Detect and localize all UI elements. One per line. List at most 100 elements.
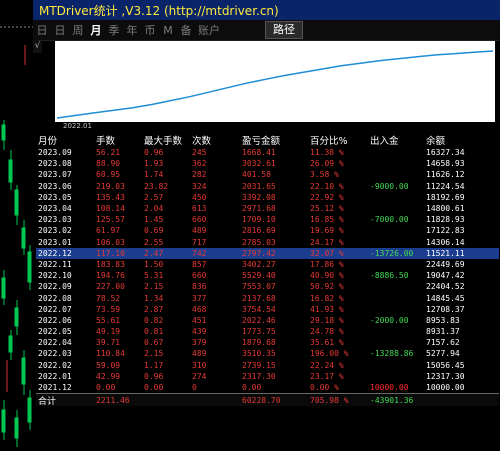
path-button[interactable]: 路径 [265,21,303,39]
cell-pnl: 2785.03 [242,237,276,247]
cell-pnl: 2971.68 [242,204,276,214]
cell-balance: 14306.14 [426,237,465,247]
cell-max-lots: 1.93 [144,159,164,169]
cell-month: 2023.09 [38,148,72,158]
cell-deposit-withdraw: -13726.00 [370,248,414,258]
cell-lots: 39.71 [96,338,121,348]
cell-balance: 5277.94 [426,349,460,359]
cell-max-lots: 5.31 [144,271,164,281]
table-row[interactable]: 2021.12 0.00 0.00 0 0.00 0.00 % 10000.00 10000.… [36,382,499,393]
cell-pnl: 3032.61 [242,159,276,169]
table-row[interactable]: 2022.11 183.83 1.50 857 3402.27 17.86 % 22449.… [36,259,499,270]
tab-day-1[interactable]: 日 [33,22,51,38]
cell-lots: 60.95 [96,170,121,180]
cell-max-lots: 2.57 [144,192,164,202]
table-row[interactable]: 2023.03 125.57 1.45 660 1709.10 16.85 % -7000.… [36,214,499,225]
cell-pnl: 2137.68 [242,293,276,303]
header-month[interactable]: 月份 [36,133,96,147]
window-titlebar[interactable]: MTDriver统计 ,V3.12 (http://mtdriver.cn) [33,0,500,20]
cell-lots: 125.57 [96,215,125,225]
cell-balance: 16327.34 [426,148,465,158]
table-row[interactable]: 2023.04 108.14 2.04 613 2971.68 25.12 % 14800.… [36,203,499,214]
cell-count: 0 [192,383,197,393]
table-row[interactable]: 2022.06 55.61 0.82 451 2022.46 29.18 % -2000.0… [36,315,499,326]
table-row[interactable]: 2023.09 56.21 0.96 245 1668.41 11.38 % 16327.3… [36,147,499,158]
cell-pnl: 5529.40 [242,271,276,281]
cell-month: 2023.05 [38,192,72,202]
cell-max-lots: 0.96 [144,148,164,158]
cell-month: 2023.08 [38,159,72,169]
header-count[interactable]: 次数 [192,133,240,147]
cell-percent: 40.90 % [310,271,344,281]
cell-balance: 12317.30 [426,371,465,381]
header-lots[interactable]: 手数 [96,133,144,147]
cell-deposit-withdraw: -9000.00 [370,181,409,191]
tab-account[interactable]: 账户 [195,22,223,38]
header-pnl[interactable]: 盈亏金额 [240,133,310,147]
cell-balance: 14800.61 [426,204,465,214]
cell-lots: 55.61 [96,315,121,325]
cell-balance: 7157.62 [426,338,460,348]
table-row[interactable]: 2022.08 78.52 1.34 377 2137.68 16.82 % 14845.4… [36,292,499,303]
cell-count: 660 [192,271,207,281]
cell-lots: 78.52 [96,293,121,303]
tab-note[interactable]: 备 [177,22,195,38]
cell-month: 2022.07 [38,304,72,314]
table-row[interactable]: 2023.08 88.90 1.93 362 3032.61 26.09 % 14658.9… [36,158,499,169]
cell-balance: 15056.45 [426,360,465,370]
table-row[interactable]: 2022.12 117.10 2.47 742 2797.42 32.07 % -13726… [36,247,499,259]
tab-month[interactable]: 月 [87,22,105,38]
table-row[interactable]: 2022.07 73.59 2.87 468 3754.54 41.93 % 12708.3… [36,304,499,315]
table-row[interactable]: 2022.05 49.19 0.81 439 1773.75 24.78 % 8931.37 [36,326,499,337]
table-row[interactable]: 2023.01 106.03 2.55 717 2785.03 24.17 % 14306.… [36,237,499,248]
cell-balance: 12708.37 [426,304,465,314]
tab-day-2[interactable]: 日 [51,22,69,38]
table-row[interactable]: 2023.05 135.43 2.57 450 3392.08 22.92 % 18192.… [36,192,499,203]
table-row[interactable]: 2023.07 60.95 1.74 282 401.58 3.58 % 11626.12 [36,169,499,180]
header-balance[interactable]: 余额 [426,133,486,147]
equity-curve-line [56,50,494,119]
cell-pnl: 2031.65 [242,181,276,191]
table-row[interactable]: 2022.04 39.71 0.67 379 1879.68 35.61 % 7157.62 [36,337,499,348]
cell-max-lots: 0.96 [144,371,164,381]
cell-pnl: 2797.42 [242,248,276,258]
tab-quarter[interactable]: 季 [105,22,123,38]
table-row[interactable]: 2022.09 227.00 2.15 836 7553.07 50.92 % 22404.… [36,281,499,292]
cell-pnl: 1709.10 [242,215,276,225]
cell-count: 742 [192,248,207,258]
tab-week[interactable]: 周 [69,22,87,38]
cell-pnl: 7553.07 [242,282,276,292]
total-lots: 2211.46 [96,395,130,405]
cell-max-lots: 2.55 [144,237,164,247]
cell-lots: 106.03 [96,237,125,247]
tab-year[interactable]: 年 [123,22,141,38]
cell-count: 857 [192,259,207,269]
cell-max-lots: 23.82 [144,181,169,191]
cell-percent: 41.93 % [310,304,344,314]
header-deposit-withdraw[interactable]: 出入金 [370,133,426,147]
cell-percent: 16.82 % [310,293,344,303]
cell-pnl: 401.58 [242,170,271,180]
cell-percent: 29.18 % [310,315,344,325]
table-row[interactable]: 2022.10 194.76 5.31 660 5529.40 40.90 % -8886.… [36,270,499,281]
cell-balance: 11224.54 [426,181,465,191]
tab-currency[interactable]: 币 [141,22,159,38]
table-row[interactable]: 2023.02 61.97 0.69 489 2816.69 19.69 % 17122.8… [36,225,499,236]
tab-magic[interactable]: M [159,24,177,37]
table-row[interactable]: 2022.03 110.84 2.15 489 3510.35 196.00 % -1328… [36,348,499,359]
cell-month: 2022.06 [38,315,72,325]
cell-count: 489 [192,226,207,236]
cell-lots: 183.83 [96,259,125,269]
cell-lots: 219.03 [96,181,125,191]
header-max-lots[interactable]: 最大手数 [144,133,192,147]
table-row[interactable]: 2023.06 219.03 23.82 324 2031.65 22.10 % -9000… [36,181,499,192]
table-row[interactable]: 2022.01 42.99 0.96 274 2317.30 23.17 % 12317.3… [36,371,499,382]
cell-max-lots: 2.04 [144,204,164,214]
header-percent[interactable]: 百分比% [310,133,370,147]
corner-check-icon[interactable]: √ [33,40,42,53]
cell-lots: 135.43 [96,192,125,202]
cell-balance: 19047.42 [426,271,465,281]
table-row[interactable]: 2022.02 59.09 1.17 310 2739.15 22.24 % 15056.4… [36,360,499,371]
cell-count: 489 [192,349,207,359]
cell-max-lots: 2.47 [144,248,164,258]
